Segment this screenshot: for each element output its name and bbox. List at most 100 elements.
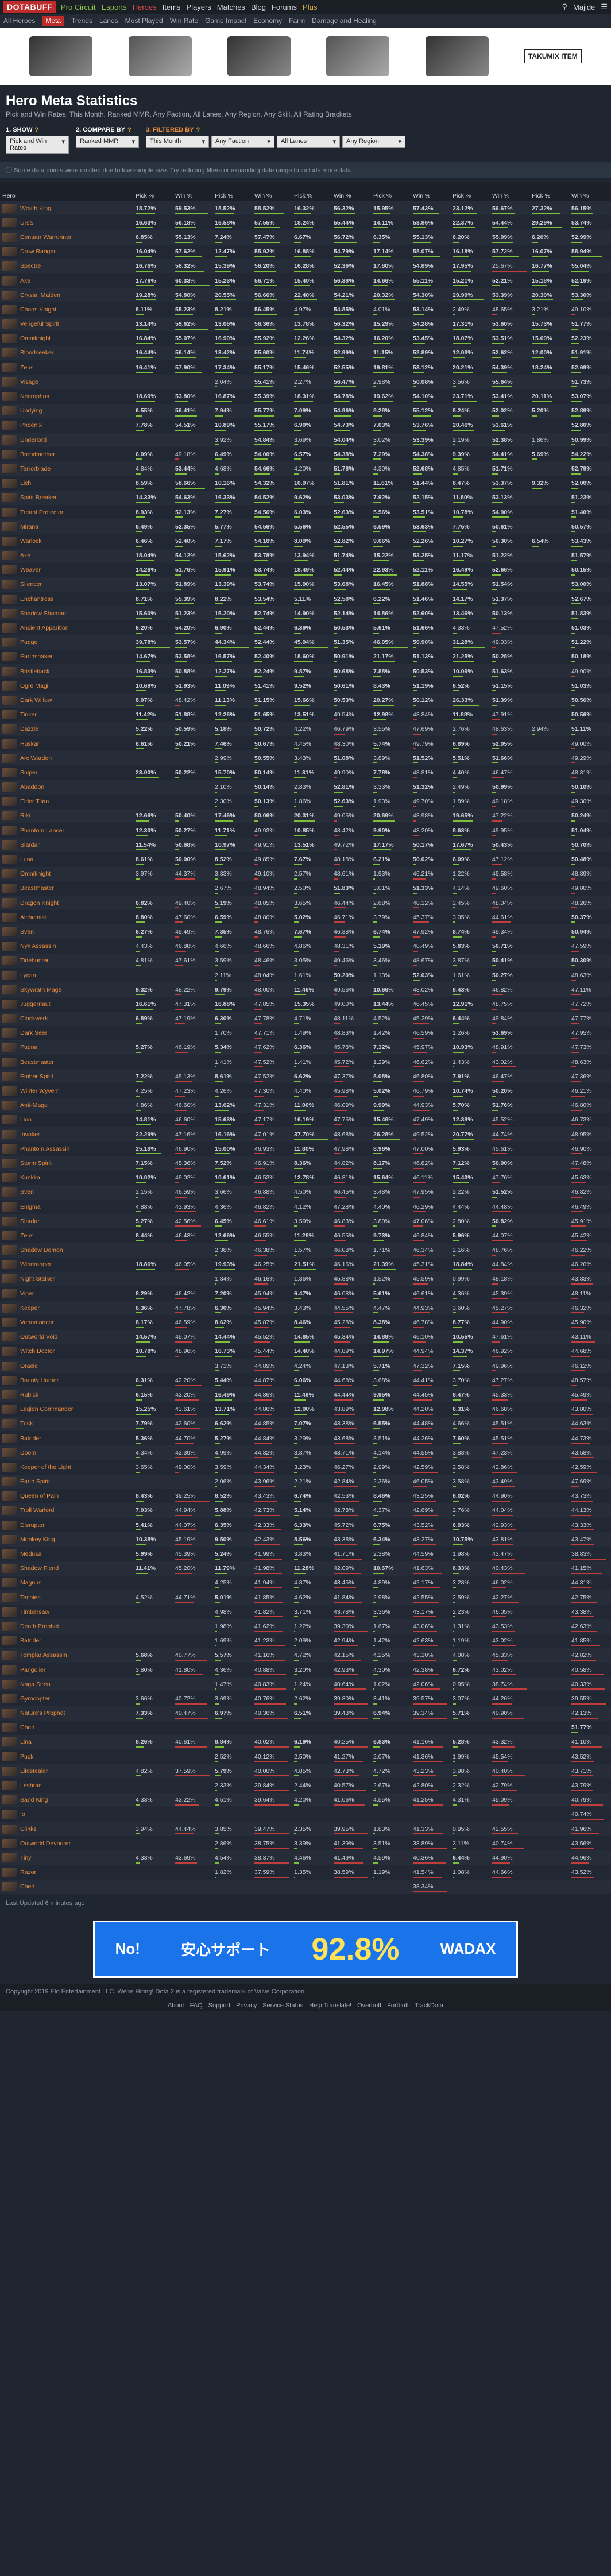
col-win[interactable]: Win % [331,182,371,201]
user-name[interactable]: Majide [573,3,595,11]
hero-cell[interactable]: Riki [0,809,133,823]
footer-link[interactable]: Fortbuff [387,2002,409,2009]
hero[interactable]: Magnus [2,1578,131,1588]
hero-name[interactable]: Pangolier [20,1667,45,1673]
hero-name[interactable]: Invoker [20,1131,40,1138]
hero-name[interactable]: Alchemist [20,914,47,921]
hero-name[interactable]: Lina [20,1738,32,1745]
hero-cell[interactable]: Witch Doctor [0,1344,133,1359]
hero-name[interactable]: Outworld Devourer [20,1840,71,1847]
subnav-farm[interactable]: Farm [289,17,305,25]
hero-name[interactable]: Chen [20,1724,34,1731]
hero-name[interactable]: Luna [20,856,33,863]
hero[interactable]: Nature's Prophet [2,1709,131,1718]
hero-name[interactable]: Visage [20,379,38,385]
hero[interactable]: Nyx Assassin [2,942,131,951]
table-row[interactable]: Nyx Assassin 4.43% 46.88% 4.66% 48.66% 4.86% 4… [0,939,611,954]
table-row[interactable]: Necrophos 18.69% 53.80% 16.87% 55.39% 18.31% 5… [0,389,611,404]
hero[interactable]: Dark Seer [2,1028,131,1038]
hero-name[interactable]: Clockwerk [20,1015,48,1022]
table-row[interactable]: Zeus 16.41% 57.90% 17.34% 55.17% 15.46% 52.55%… [0,360,611,375]
table-row[interactable]: Clinkz 3.94% 44.44% 3.85% 39.47% 2.35% 39.95% 1… [0,1822,611,1837]
hero-cell[interactable]: Sniper [0,765,133,780]
hero[interactable]: Silencer [2,580,131,589]
hero-name[interactable]: Lion [20,1116,32,1123]
nav-pro-circuit[interactable]: Pro Circuit [61,3,96,11]
hero-cell[interactable]: Lion [0,1113,133,1127]
hero[interactable]: Rubick [2,1390,131,1399]
hero-cell[interactable]: Tidehunter [0,954,133,968]
hero[interactable]: Skywrath Mage [2,985,131,994]
table-row[interactable]: Wraith King 18.72% 59.53% 18.52% 58.52% 16.32… [0,201,611,216]
hero-cell[interactable]: Outworld Void [0,1330,133,1344]
table-row[interactable]: Slardar 5.27% 42.56% 6.45% 46.61% 3.59% 46.83%… [0,1214,611,1229]
table-row[interactable]: Mirana 6.49% 52.35% 5.77% 54.56% 5.56% 52.55% 6… [0,519,611,534]
hero-cell[interactable]: Templar Assassin [0,1648,133,1663]
table-row[interactable]: Clockwerk 6.89% 47.19% 6.30% 47.78% 4.71% 48.1… [0,1011,611,1026]
hero[interactable]: Pangolier [2,1665,131,1675]
hero-cell[interactable]: Axe [0,273,133,288]
footer-link[interactable]: FAQ [190,2002,203,2009]
hero[interactable]: Omniknight [2,869,131,879]
hero[interactable]: Pudge [2,638,131,647]
help-icon[interactable]: ? [196,126,200,133]
table-row[interactable]: Puck 2.52% 40.12% 2.50% 41.27% 2.07% 41.36% 1.9… [0,1749,611,1764]
hero-name[interactable]: Ember Spirit [20,1073,53,1080]
help-icon[interactable]: ? [34,126,38,133]
hero[interactable]: Phantom Assassin [2,1144,131,1154]
table-row[interactable]: Shadow Demon 2.38% 46.38% 1.57% 46.08% 1.71% 4… [0,1243,611,1258]
hero[interactable]: Lich [2,479,131,488]
hero-name[interactable]: Underlord [20,437,47,444]
hero-name[interactable]: Elder Titan [20,798,49,805]
hero-cell[interactable]: Visage [0,375,133,389]
hero[interactable]: Earth Spirit [2,1477,131,1487]
hero[interactable]: Ancient Apparition [2,623,131,633]
hero-name[interactable]: Vengeful Spirit [20,321,59,327]
hero-name[interactable]: Arc Warden [20,755,52,762]
hero-cell[interactable]: Winter Wyvern [0,1083,133,1098]
col-win[interactable]: Win % [490,182,529,201]
table-row[interactable]: Beastmaster 1.41% 47.52% 1.41% 45.72% 1.29% 46… [0,1055,611,1070]
table-row[interactable]: Spectre 16.76% 58.32% 15.39% 56.20% 16.28% 52.… [0,259,611,273]
hero-name[interactable]: Leshrac [20,1782,41,1789]
table-row[interactable]: Lifestealer 4.82% 37.59% 5.79% 40.00% 4.85% 42… [0,1764,611,1779]
hero[interactable]: Undying [2,406,131,416]
hero[interactable]: Riki [2,811,131,821]
table-row[interactable]: Tiny 4.33% 43.69% 4.54% 38.37% 4.46% 41.49% 4.5… [0,1850,611,1865]
table-row[interactable]: Keeper of the Light 3.65% 49.00% 3.59% 44.34… [0,1460,611,1475]
hero[interactable]: Keeper [2,1303,131,1313]
lane-select[interactable]: All Lanes ▾ [277,136,340,148]
hero-cell[interactable]: Puck [0,1749,133,1764]
nav-forums[interactable]: Forums [272,3,297,11]
table-row[interactable]: Nature's Prophet 7.33% 40.47% 6.97% 40.36% 6.… [0,1706,611,1721]
hero-name[interactable]: Windranger [20,1261,51,1268]
hero-cell[interactable]: Keeper [0,1301,133,1315]
col-pick[interactable]: Pick % [292,182,331,201]
hero-name[interactable]: Oracle [20,1363,38,1370]
subnav-game-impact[interactable]: Game Impact [205,17,246,25]
table-row[interactable]: Sven 6.27% 49.49% 7.35% 48.76% 7.67% 46.38% 6.7… [0,924,611,939]
hero[interactable]: Spectre [2,261,131,271]
table-row[interactable]: Axe 18.04% 54.12% 15.62% 53.78% 13.94% 51.74% 1… [0,548,611,563]
hero-name[interactable]: Mirana [20,523,38,530]
hero-cell[interactable]: Nyx Assassin [0,939,133,954]
hero-cell[interactable]: Zeus [0,1228,133,1243]
hero-name[interactable]: Monkey King [20,1536,55,1543]
nav-matches[interactable]: Matches [217,3,245,11]
hero-cell[interactable]: Centaur Warrunner [0,230,133,244]
hero[interactable]: Outworld Devourer [2,1838,131,1848]
table-row[interactable]: Anti-Mage 4.86% 46.60% 13.62% 47.31% 11.00% 46… [0,1098,611,1113]
hero[interactable]: Batrider [2,1433,131,1443]
table-row[interactable]: Elder Titan 2.30% 50.13% 1.86% 52.63% 1.93% 49… [0,794,611,809]
hero-name[interactable]: Magnus [20,1579,41,1586]
table-row[interactable]: Disruptor 5.41% 44.07% 6.35% 42.33% 6.33% 45.7… [0,1518,611,1533]
hero[interactable]: Tidehunter [2,956,131,966]
table-row[interactable]: Timbersaw 4.98% 41.82% 3.71% 43.78% 3.36% 43.1… [0,1605,611,1619]
hero-name[interactable]: Omniknight [20,870,51,877]
hero[interactable]: Juggernaut [2,999,131,1009]
hero-cell[interactable]: Juggernaut [0,997,133,1011]
hero-name[interactable]: Crystal Maiden [20,292,60,299]
hero[interactable]: Weaver [2,565,131,575]
subnav-all-heroes[interactable]: All Heroes [3,17,35,25]
hero-cell[interactable]: Leshrac [0,1778,133,1792]
